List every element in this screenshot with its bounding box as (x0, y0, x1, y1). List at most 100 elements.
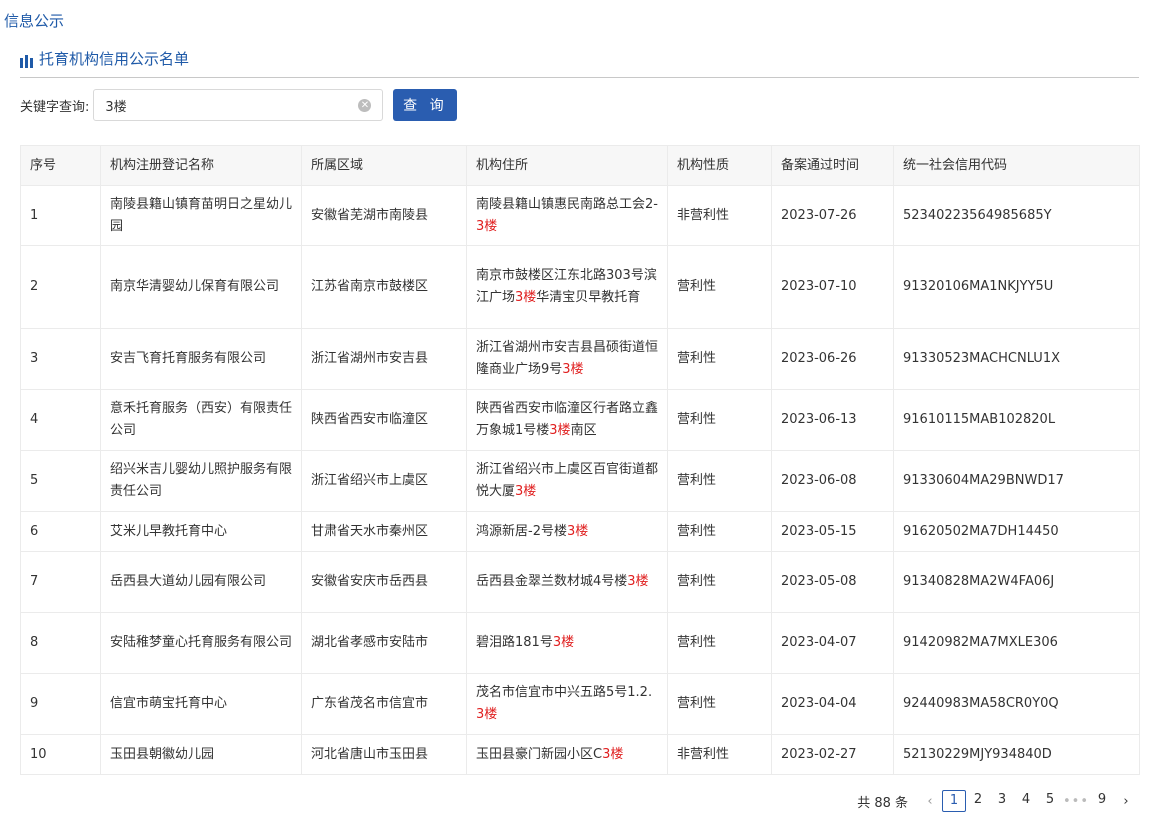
pagination-page[interactable]: 2 (966, 790, 990, 812)
cell-code: 91340828MA2W4FA06J (893, 551, 1140, 613)
cell-region: 安徽省安庆市岳西县 (301, 551, 467, 613)
cell-address: 南京市鼓楼区江东北路303号滨江广场3楼华清宝贝早教托育 (466, 245, 668, 329)
chevron-left-icon[interactable]: ‹ (918, 794, 942, 809)
column-header: 统一社会信用代码 (893, 145, 1140, 186)
cell-date: 2023-05-15 (771, 511, 894, 552)
cell-date: 2023-04-07 (771, 612, 894, 674)
page-title: 信息公示 (4, 12, 65, 30)
keyword-highlight: 3楼 (627, 574, 649, 589)
cell-date: 2023-06-13 (771, 389, 894, 451)
cell-code: 91330523MACHCNLU1X (893, 328, 1140, 390)
pagination: 共 88 条 ‹ 12345 ••• 9 › (857, 789, 1138, 813)
search-bar: 关键字查询: ✕ 查 询 (20, 89, 458, 121)
cell-no: 6 (20, 511, 101, 552)
table-row: 3 安吉飞育托育服务有限公司 浙江省湖州市安吉县 浙江省湖州市安吉县昌硕街道恒隆商业广… (20, 328, 1140, 390)
cell-address: 茂名市信宜市中兴五路5号1.2.3楼 (466, 673, 668, 735)
section-header: 托育机构信用公示名单 (20, 48, 1139, 78)
pagination-last-page[interactable]: 9 (1090, 790, 1114, 812)
cell-no: 3 (20, 328, 101, 390)
cell-name: 艾米儿早教托育中心 (100, 511, 302, 552)
cell-region: 河北省唐山市玉田县 (301, 734, 467, 775)
keyword-highlight: 3楼 (515, 290, 537, 305)
cell-no: 9 (20, 673, 101, 735)
keyword-highlight: 3楼 (552, 635, 575, 650)
cell-address: 陕西省西安市临潼区行者路立鑫万象城1号楼3楼南区 (466, 389, 668, 451)
keyword-highlight: 3楼 (562, 362, 584, 377)
pagination-ellipsis[interactable]: ••• (1062, 794, 1090, 809)
keyword-highlight: 3楼 (476, 707, 498, 722)
cell-region: 浙江省绍兴市上虞区 (301, 450, 467, 512)
cell-type: 营利性 (667, 612, 772, 674)
table-row: 8 安陆稚梦童心托育服务有限公司 湖北省孝感市安陆市 碧泪路181号3楼 营利性 2023… (20, 612, 1140, 674)
cell-type: 营利性 (667, 450, 772, 512)
pagination-page[interactable]: 4 (1014, 790, 1038, 812)
cell-address: 碧泪路181号3楼 (466, 612, 668, 674)
cell-region: 陕西省西安市临潼区 (301, 389, 467, 451)
cell-no: 8 (20, 612, 101, 674)
cell-date: 2023-06-08 (771, 450, 894, 512)
table-row: 2 南京华清婴幼儿保育有限公司 江苏省南京市鼓楼区 南京市鼓楼区江东北路303号滨江广… (20, 245, 1140, 329)
cell-address: 浙江省绍兴市上虞区百官街道都悦大厦3楼 (466, 450, 668, 512)
cell-region: 浙江省湖州市安吉县 (301, 328, 467, 390)
cell-name: 岳西县大道幼儿园有限公司 (100, 551, 302, 613)
keyword-highlight: 3楼 (566, 523, 589, 539)
cell-date: 2023-06-26 (771, 328, 894, 390)
table-row: 6 艾米儿早教托育中心 甘肃省天水市秦州区 鸿源新居-2号楼3楼 营利性 2023-05-… (20, 511, 1140, 552)
pagination-page[interactable]: 5 (1038, 790, 1062, 812)
pagination-total: 共 88 条 (857, 795, 908, 811)
column-header: 机构注册登记名称 (100, 145, 302, 186)
table-row: 9 信宜市萌宝托育中心 广东省茂名市信宜市 茂名市信宜市中兴五路5号1.2.3楼 营利性… (20, 673, 1140, 735)
cell-name: 安陆稚梦童心托育服务有限公司 (100, 612, 302, 674)
cell-no: 1 (20, 185, 101, 246)
search-button[interactable]: 查 询 (393, 89, 458, 121)
table-row: 1 南陵县籍山镇育苗明日之星幼儿园 安徽省芜湖市南陵县 南陵县籍山镇惠民南路总工会2-… (20, 185, 1140, 246)
cell-code: 91320106MA1NKJYY5U (893, 245, 1140, 329)
cell-type: 营利性 (667, 673, 772, 735)
cell-code: 91610115MAB102820L (893, 389, 1140, 451)
pagination-page[interactable]: 1 (942, 790, 966, 812)
section-title: 托育机构信用公示名单 (39, 50, 190, 68)
cell-code: 91330604MA29BNWD17 (893, 450, 1140, 512)
cell-no: 4 (20, 389, 101, 451)
column-header: 备案通过时间 (771, 145, 894, 186)
cell-region: 广东省茂名市信宜市 (301, 673, 467, 735)
cell-type: 营利性 (667, 389, 772, 451)
cell-region: 甘肃省天水市秦州区 (301, 511, 467, 552)
search-label: 关键字查询: (20, 99, 90, 115)
column-header: 序号 (20, 145, 101, 186)
bar-list-icon (20, 52, 33, 68)
cell-name: 安吉飞育托育服务有限公司 (100, 328, 302, 390)
cell-address: 岳西县金翠兰数材城4号楼3楼 (466, 551, 668, 613)
keyword-highlight: 3楼 (549, 423, 571, 438)
column-header: 机构性质 (667, 145, 772, 186)
cell-name: 意禾托育服务（西安）有限责任公司 (100, 389, 302, 451)
cell-type: 营利性 (667, 245, 772, 329)
cell-name: 绍兴米吉儿婴幼儿照护服务有限责任公司 (100, 450, 302, 512)
column-header: 所属区域 (301, 145, 467, 186)
chevron-right-icon[interactable]: › (1114, 794, 1138, 809)
search-box: ✕ (93, 89, 384, 121)
cell-no: 10 (20, 734, 101, 775)
table-row: 7 岳西县大道幼儿园有限公司 安徽省安庆市岳西县 岳西县金翠兰数材城4号楼3楼 营利性 2… (20, 551, 1140, 613)
keyword-highlight: 3楼 (476, 218, 498, 234)
cell-code: 91620502MA7DH14450 (893, 511, 1140, 552)
cell-code: 52130229MJY934840D (893, 734, 1140, 775)
cell-region: 安徽省芜湖市南陵县 (301, 185, 467, 246)
cell-name: 南陵县籍山镇育苗明日之星幼儿园 (100, 185, 302, 246)
cell-address: 南陵县籍山镇惠民南路总工会2-3楼 (466, 185, 668, 246)
cell-name: 玉田县朝徽幼儿园 (100, 734, 302, 775)
cell-region: 江苏省南京市鼓楼区 (301, 245, 467, 329)
search-input[interactable] (94, 90, 383, 120)
cell-code: 91420982MA7MXLE306 (893, 612, 1140, 674)
pagination-page[interactable]: 3 (990, 790, 1014, 812)
cell-no: 2 (20, 245, 101, 329)
cell-date: 2023-05-08 (771, 551, 894, 613)
credit-list-table: 序号 机构注册登记名称 所属区域 机构住所 机构性质 备案通过时间 统一社会信用代码 1 南陵… (20, 145, 1140, 775)
cell-type: 非营利性 (667, 734, 772, 775)
cell-name: 南京华清婴幼儿保育有限公司 (100, 245, 302, 329)
table-row: 10 玉田县朝徽幼儿园 河北省唐山市玉田县 玉田县豪门新园小区C3楼 非营利性 2023-… (20, 734, 1140, 775)
cell-type: 营利性 (667, 511, 772, 552)
cell-no: 5 (20, 450, 101, 512)
cell-date: 2023-04-04 (771, 673, 894, 735)
cell-date: 2023-07-26 (771, 185, 894, 246)
